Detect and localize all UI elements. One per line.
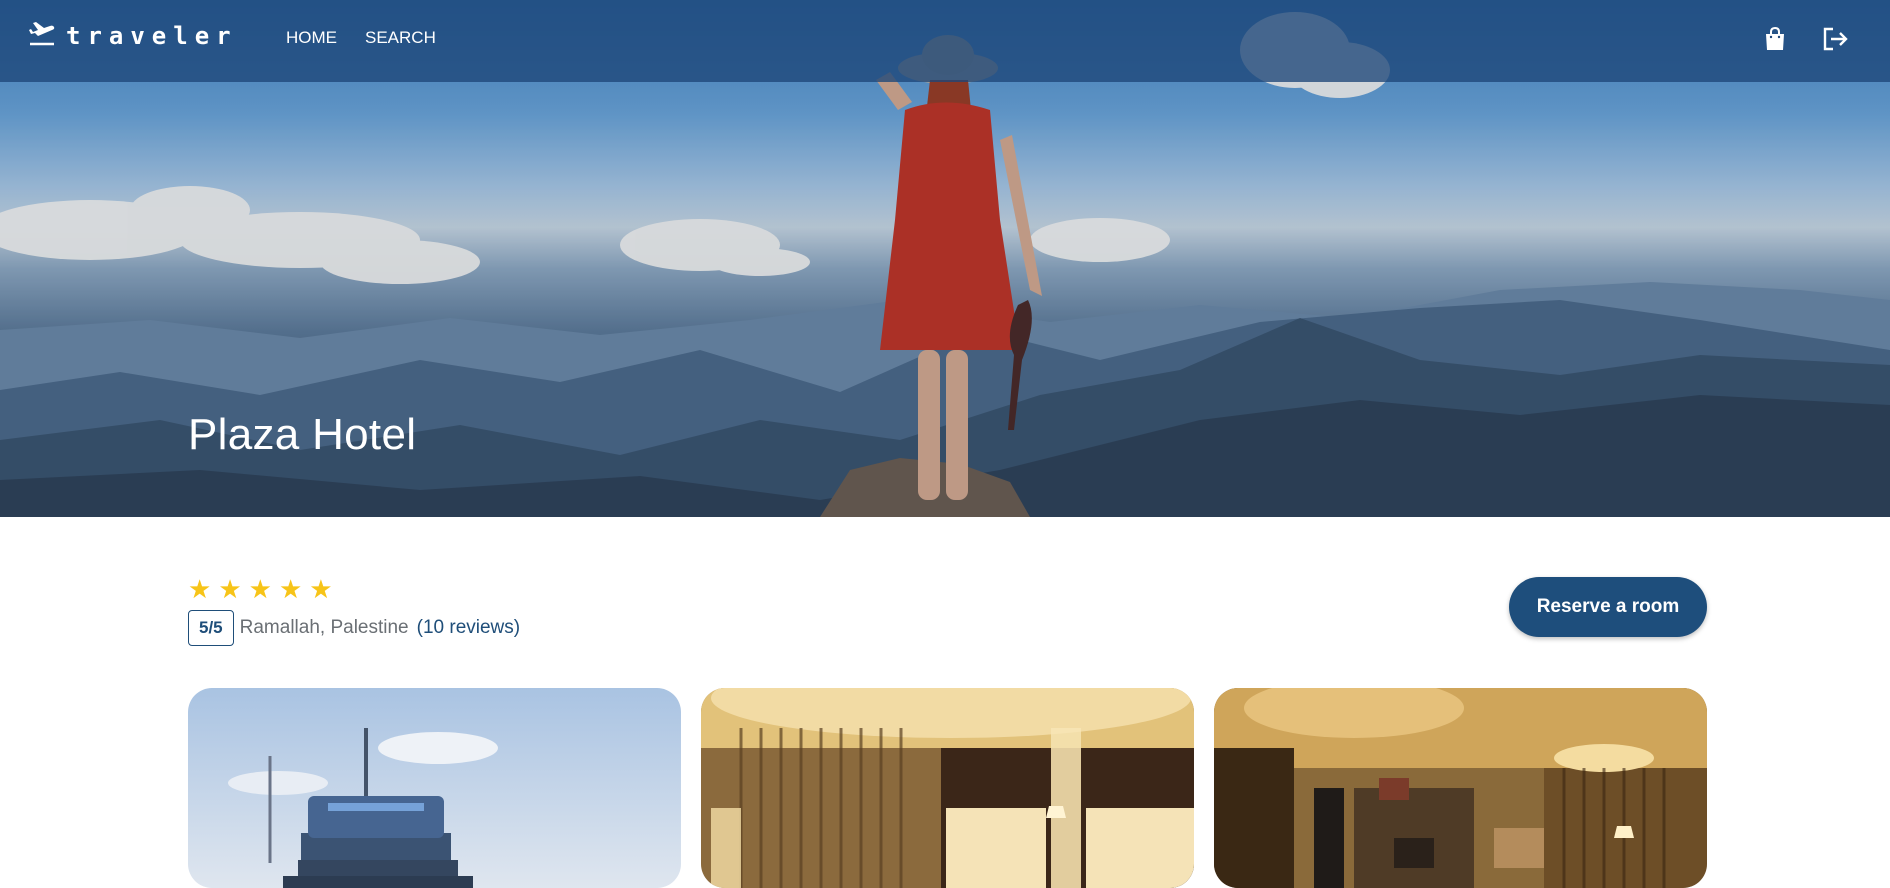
rating-row: 5/5 Ramallah, Palestine (10 reviews) (188, 610, 520, 646)
star-rating: ★ ★ ★ ★ ★ (188, 576, 333, 602)
star-icon: ★ (248, 574, 272, 604)
reviews-link[interactable]: (10 reviews) (417, 617, 520, 639)
hotel-title: Plaza Hotel (188, 410, 417, 459)
gallery-photo-suite[interactable] (1214, 688, 1707, 888)
star-icon: ★ (188, 574, 212, 604)
brand-name: traveler (66, 21, 238, 50)
nav-actions (1760, 24, 1850, 54)
brand-logo[interactable]: traveler (28, 20, 238, 51)
gallery-photo-exterior[interactable] (188, 688, 681, 888)
shopping-bag-icon[interactable] (1760, 24, 1790, 54)
hotel-location: Ramallah, Palestine (239, 617, 409, 638)
nav-link-search[interactable]: SEARCH (365, 28, 436, 48)
photo-gallery (188, 688, 1707, 888)
star-icon: ★ (309, 574, 333, 604)
reserve-room-button[interactable]: Reserve a room (1509, 577, 1707, 637)
star-icon: ★ (218, 574, 242, 604)
nav-links: HOME SEARCH (286, 28, 436, 48)
star-icon: ★ (278, 574, 303, 604)
nav-link-home[interactable]: HOME (286, 28, 337, 48)
gallery-photo-bedroom[interactable] (701, 688, 1194, 888)
top-navbar: traveler HOME SEARCH (0, 0, 1890, 82)
logout-icon[interactable] (1820, 24, 1850, 54)
airplane-departure-icon (28, 20, 56, 51)
rating-score-badge: 5/5 (188, 610, 234, 646)
